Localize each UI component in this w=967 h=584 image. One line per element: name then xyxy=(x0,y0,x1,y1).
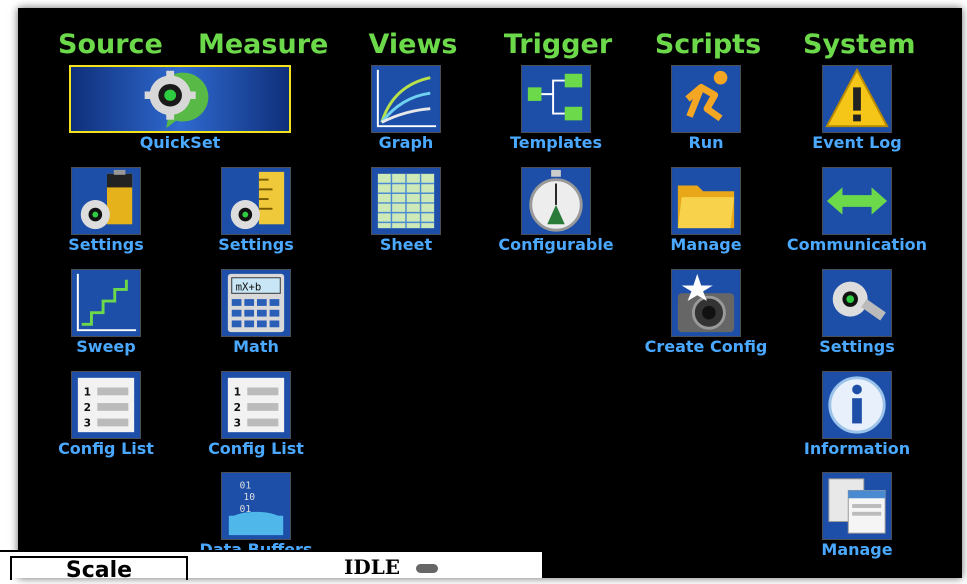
source-settings-button[interactable]: Settings xyxy=(36,167,176,267)
double-arrow-icon xyxy=(822,167,892,235)
stopwatch-icon xyxy=(521,167,591,235)
column-header-system: System xyxy=(803,29,916,60)
scripts-create-config-button[interactable]: Create Config xyxy=(636,269,776,369)
svg-text:1: 1 xyxy=(84,385,91,398)
svg-text:3: 3 xyxy=(234,416,241,429)
trigger-templates-button[interactable]: Templates xyxy=(486,65,626,165)
source-sweep-button[interactable]: Sweep xyxy=(36,269,176,369)
scripts-run-button[interactable]: Run xyxy=(636,65,776,165)
measure-settings-button[interactable]: Settings xyxy=(186,167,326,267)
system-event-log-button[interactable]: Event Log xyxy=(787,65,927,165)
status-state-text: IDLE xyxy=(344,555,401,579)
svg-text:2: 2 xyxy=(84,401,91,414)
svg-text:01: 01 xyxy=(240,481,252,492)
scripts-manage-button[interactable]: Manage xyxy=(636,167,776,267)
windows-stack-icon xyxy=(822,472,892,540)
status-bar: Scale IDLE xyxy=(0,550,544,583)
trigger-configurable-button[interactable]: Configurable xyxy=(486,167,626,267)
views-graph-label: Graph xyxy=(378,133,434,152)
system-event-log-label: Event Log xyxy=(812,133,902,152)
info-icon xyxy=(822,371,892,439)
source-sweep-label: Sweep xyxy=(76,337,136,356)
staircase-sweep-icon xyxy=(71,269,141,337)
system-manage-label: Manage xyxy=(821,540,893,559)
quickset-button[interactable]: QuickSet xyxy=(69,65,291,165)
trigger-configurable-label: Configurable xyxy=(498,235,614,254)
column-header-measure: Measure xyxy=(198,29,329,60)
system-manage-button[interactable]: Manage xyxy=(787,472,927,572)
trigger-templates-label: Templates xyxy=(509,133,603,152)
quickset-label: QuickSet xyxy=(139,133,221,152)
column-header-scripts: Scripts xyxy=(654,29,762,60)
views-sheet-label: Sheet xyxy=(379,235,433,254)
system-communication-button[interactable]: Communication xyxy=(787,167,927,267)
measure-settings-label: Settings xyxy=(218,235,294,254)
svg-text:2: 2 xyxy=(234,401,241,414)
source-config-list-label: Config List xyxy=(58,439,154,458)
views-graph-button[interactable]: Graph xyxy=(336,65,476,165)
data-buffer-icon: 01 10 01 xyxy=(221,472,291,540)
gear-wrench-icon xyxy=(822,269,892,337)
scripts-create-config-label: Create Config xyxy=(644,337,768,356)
system-settings-label: Settings xyxy=(819,337,895,356)
system-information-button[interactable]: Information xyxy=(787,371,927,471)
warning-icon xyxy=(822,65,892,133)
svg-text:3: 3 xyxy=(84,416,91,429)
views-sheet-button[interactable]: Sheet xyxy=(336,167,476,267)
ruler-gear-icon xyxy=(221,167,291,235)
main-menu-panel: Source Measure Views Trigger Scripts Sys… xyxy=(18,8,962,578)
battery-gear-icon xyxy=(71,167,141,235)
screen: Source Measure Views Trigger Scripts Sys… xyxy=(0,0,967,583)
numbered-list-icon: 1 2 3 xyxy=(71,371,141,439)
column-header-views: Views xyxy=(368,29,458,60)
measure-config-list-button[interactable]: 1 2 3 Config List xyxy=(186,371,326,471)
numbered-list-icon: 1 2 3 xyxy=(221,371,291,439)
measure-math-label: Math xyxy=(233,337,279,356)
column-header-trigger: Trigger xyxy=(503,29,613,60)
folder-icon xyxy=(671,167,741,235)
source-config-list-button[interactable]: 1 2 3 Config List xyxy=(36,371,176,471)
scripts-manage-label: Manage xyxy=(670,235,742,254)
svg-text:1: 1 xyxy=(234,385,241,398)
graph-curves-icon xyxy=(371,65,441,133)
system-information-label: Information xyxy=(803,439,911,458)
camera-icon xyxy=(671,269,741,337)
calculator-icon: mX+b xyxy=(221,269,291,337)
system-communication-label: Communication xyxy=(786,235,928,254)
svg-text:mX+b: mX+b xyxy=(236,280,262,293)
running-person-icon xyxy=(671,65,741,133)
flow-template-icon xyxy=(521,65,591,133)
scale-tab[interactable]: Scale xyxy=(10,556,188,583)
quickset-gear-icon xyxy=(69,65,291,133)
status-indicator-icon xyxy=(416,564,438,573)
measure-config-list-label: Config List xyxy=(208,439,304,458)
svg-text:10: 10 xyxy=(243,492,255,503)
spreadsheet-icon xyxy=(371,167,441,235)
scripts-run-label: Run xyxy=(688,133,724,152)
system-settings-button[interactable]: Settings xyxy=(787,269,927,369)
measure-math-button[interactable]: mX+b Math xyxy=(186,269,326,369)
column-header-source: Source xyxy=(58,29,163,60)
source-settings-label: Settings xyxy=(68,235,144,254)
svg-text:01: 01 xyxy=(240,504,252,515)
